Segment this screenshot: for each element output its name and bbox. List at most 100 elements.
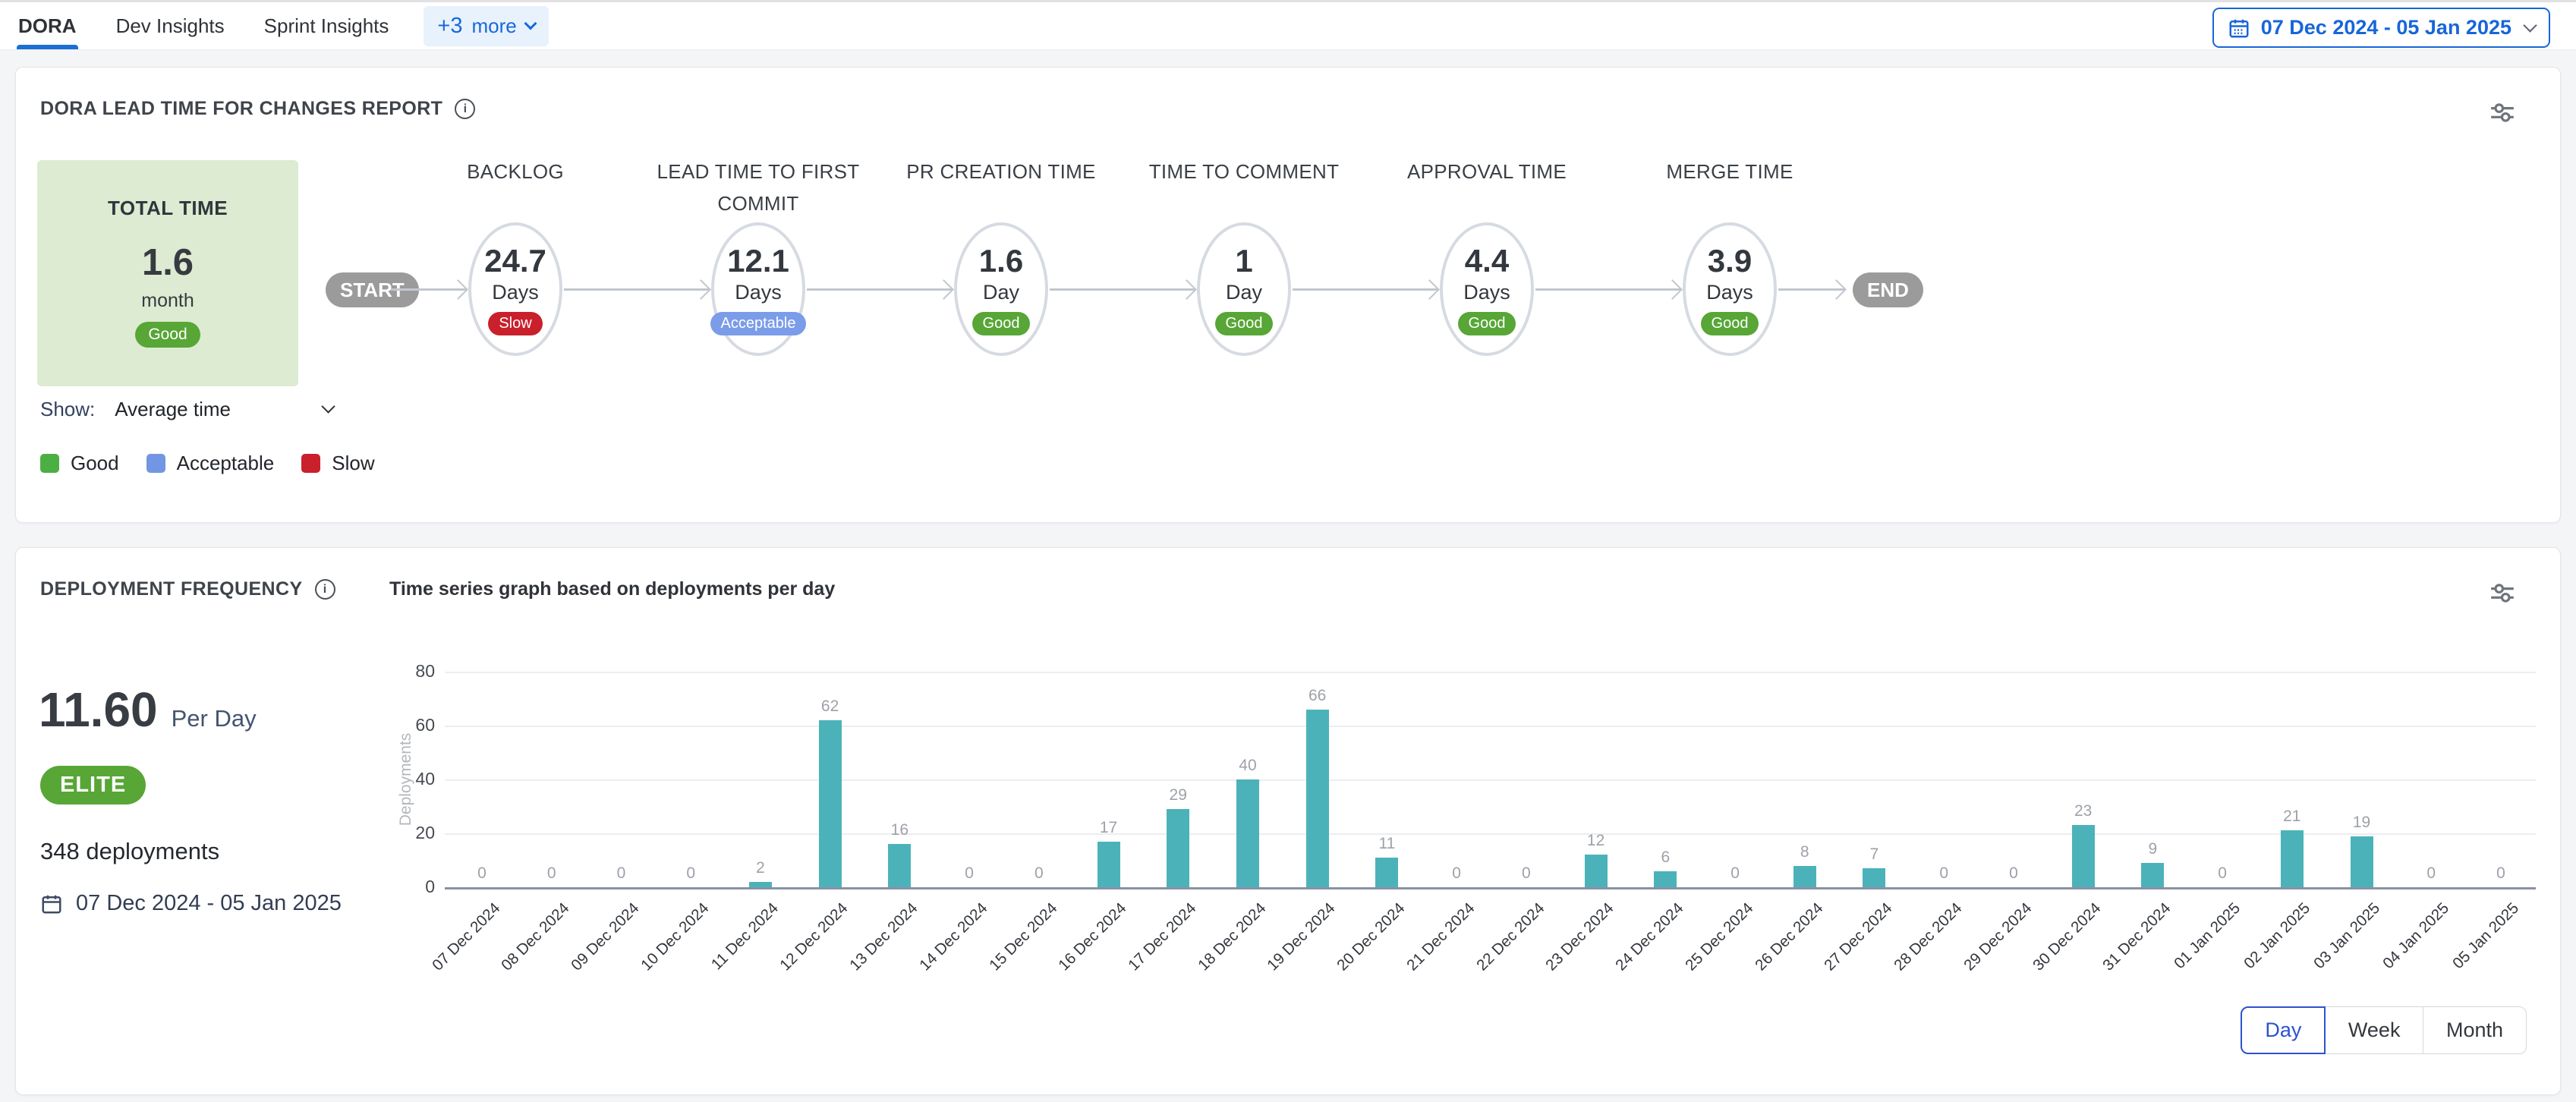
bar-value-label: 23 xyxy=(2049,802,2118,820)
bar-value-label: 0 xyxy=(1005,864,1073,883)
deployment-bar[interactable] xyxy=(888,844,911,887)
tab-sprint-insights[interactable]: Sprint Insights xyxy=(264,2,389,49)
deployment-rate-unit: Per Day xyxy=(172,705,257,732)
deployment-bar[interactable] xyxy=(2072,825,2095,887)
stage-node: 1.6DayGood xyxy=(954,222,1048,356)
bar-value-label: 0 xyxy=(518,864,586,883)
x-tick-label: 05 Jan 2025 xyxy=(2449,899,2523,973)
bar-value-label: 0 xyxy=(1492,864,1560,883)
info-icon[interactable] xyxy=(315,579,335,600)
flow-arrow xyxy=(807,288,953,291)
stage-status-badge: Acceptable xyxy=(710,312,807,335)
x-tick-label: 27 Dec 2024 xyxy=(1821,899,1896,974)
bar-value-label: 29 xyxy=(1144,786,1212,804)
deployment-bar[interactable] xyxy=(1793,866,1816,887)
stage-name: PR CREATION TIME xyxy=(864,156,1138,187)
stage-unit: Day xyxy=(983,281,1019,304)
deployment-bar[interactable] xyxy=(2351,836,2373,887)
gridline xyxy=(445,726,2536,727)
stage-value: 1.6 xyxy=(979,243,1023,279)
bar-value-label: 11 xyxy=(1353,835,1421,853)
stage-name: LEAD TIME TO FIRST COMMIT xyxy=(622,156,895,219)
deployment-bar[interactable] xyxy=(1585,855,1608,887)
tab-dev-insights[interactable]: Dev Insights xyxy=(116,2,225,49)
tabs: DORA Dev Insights Sprint Insights xyxy=(18,2,428,49)
legend-item-acceptable: Acceptable xyxy=(146,452,275,475)
view-toggle-week[interactable]: Week xyxy=(2325,1006,2424,1054)
bar-value-label: 62 xyxy=(796,697,864,716)
deployment-bar[interactable] xyxy=(1306,710,1329,887)
x-tick-label: 07 Dec 2024 xyxy=(429,899,504,974)
bar-value-label: 0 xyxy=(448,864,516,883)
x-tick-label: 13 Dec 2024 xyxy=(846,899,921,974)
x-tick-label: 30 Dec 2024 xyxy=(2030,899,2105,974)
stage-value: 24.7 xyxy=(484,243,546,279)
stage-node: 12.1DaysAcceptable xyxy=(711,222,805,356)
tab-dora[interactable]: DORA xyxy=(18,2,77,49)
view-toggle-day[interactable]: Day xyxy=(2241,1006,2326,1054)
deployment-bar[interactable] xyxy=(819,720,842,887)
y-tick-label: 20 xyxy=(395,823,435,843)
deployment-frequency-card: DEPLOYMENT FREQUENCY Time series graph b… xyxy=(15,547,2561,1095)
chart-settings-icon[interactable] xyxy=(2489,580,2516,611)
x-tick-label: 03 Jan 2025 xyxy=(2310,899,2384,973)
deployment-bar[interactable] xyxy=(1654,871,1677,887)
chevron-down-icon[interactable] xyxy=(321,399,335,413)
bar-value-label: 0 xyxy=(2467,864,2535,883)
chevron-down-icon xyxy=(524,17,537,30)
show-label: Show: xyxy=(40,398,95,421)
deployment-bar[interactable] xyxy=(1167,809,1189,887)
x-tick-label: 15 Dec 2024 xyxy=(986,899,1061,974)
x-axis-line xyxy=(445,887,2536,889)
stage-unit: Days xyxy=(1463,281,1510,304)
stage-value: 3.9 xyxy=(1708,243,1752,279)
x-tick-label: 17 Dec 2024 xyxy=(1125,899,1200,974)
legend-label: Good xyxy=(71,452,119,475)
bar-value-label: 9 xyxy=(2118,840,2187,858)
stage-name: APPROVAL TIME xyxy=(1350,156,1623,187)
calendar-icon xyxy=(2228,17,2250,39)
x-tick-label: 26 Dec 2024 xyxy=(1752,899,1827,974)
bar-value-label: 7 xyxy=(1840,845,1908,864)
more-tabs-chip[interactable]: +3 more xyxy=(424,6,548,46)
flow-arrow xyxy=(391,288,467,291)
x-tick-label: 09 Dec 2024 xyxy=(568,899,643,974)
show-selector-row: Show: Average time xyxy=(40,395,333,423)
bar-value-label: 21 xyxy=(2258,808,2326,826)
x-tick-label: 22 Dec 2024 xyxy=(1473,899,1548,974)
x-tick-label: 14 Dec 2024 xyxy=(916,899,991,974)
deployment-bar[interactable] xyxy=(1236,779,1259,887)
x-tick-label: 23 Dec 2024 xyxy=(1542,899,1617,974)
gridline xyxy=(445,779,2536,781)
stage-status-badge: Good xyxy=(1701,312,1759,335)
stage-status-badge: Slow xyxy=(488,312,542,335)
date-range-picker[interactable]: 07 Dec 2024 - 05 Jan 2025 xyxy=(2212,8,2550,48)
stage-value: 4.4 xyxy=(1465,243,1509,279)
deployment-bar[interactable] xyxy=(2141,863,2164,887)
deployment-bar[interactable] xyxy=(1097,842,1120,887)
flow-end-pill: END xyxy=(1853,272,1923,307)
show-value-dropdown[interactable]: Average time xyxy=(115,398,231,421)
legend-item-slow: Slow xyxy=(301,452,374,475)
deployment-rate: 11.60 Per Day xyxy=(39,682,257,738)
deployment-bar[interactable] xyxy=(1375,858,1398,887)
x-tick-label: 20 Dec 2024 xyxy=(1334,899,1409,974)
deployment-bar[interactable] xyxy=(749,882,772,887)
stage-node: 1DayGood xyxy=(1197,222,1291,356)
view-toggle-month[interactable]: Month xyxy=(2423,1006,2527,1054)
bar-value-label: 0 xyxy=(1979,864,2048,883)
flow-arrow xyxy=(1778,288,1845,291)
x-tick-label: 18 Dec 2024 xyxy=(1195,899,1270,974)
deployment-count: 348 deployments xyxy=(40,838,219,865)
bar-value-label: 40 xyxy=(1214,757,1282,775)
bar-value-label: 0 xyxy=(935,864,1003,883)
deployment-bar[interactable] xyxy=(2281,830,2304,887)
lead-time-card: DORA LEAD TIME FOR CHANGES REPORT TOTAL … xyxy=(15,67,2561,523)
bar-value-label: 66 xyxy=(1283,687,1352,705)
y-tick-label: 60 xyxy=(395,715,435,735)
deployment-bar[interactable] xyxy=(1863,868,1885,887)
deployment-date-range: 07 Dec 2024 - 05 Jan 2025 xyxy=(40,891,342,916)
y-tick-label: 40 xyxy=(395,769,435,789)
x-tick-label: 19 Dec 2024 xyxy=(1264,899,1339,974)
x-tick-label: 24 Dec 2024 xyxy=(1612,899,1687,974)
